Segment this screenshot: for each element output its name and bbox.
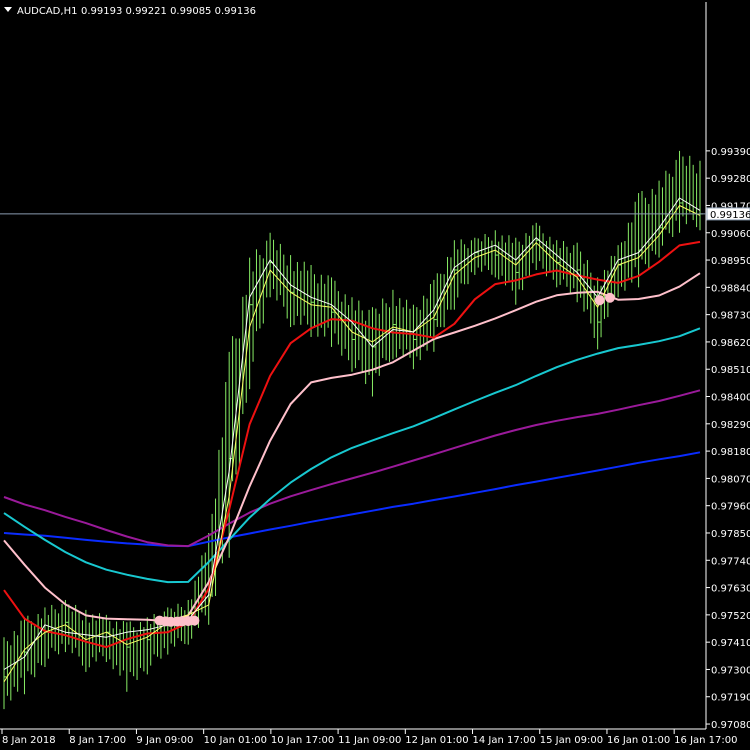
x-tick-label: 12 Jan 01:00	[405, 735, 468, 746]
x-tick-label: 14 Jan 17:00	[473, 735, 536, 746]
y-tick-label: 0.98620	[711, 338, 750, 349]
y-tick-label: 0.98180	[711, 447, 750, 458]
y-tick-label: 0.98400	[711, 393, 750, 404]
y-tick-label: 0.98730	[711, 311, 750, 322]
x-tick-label: 16 Jan 17:00	[674, 735, 737, 746]
y-tick-label: 0.99390	[711, 147, 750, 158]
y-tick-label: 0.97190	[711, 693, 750, 704]
y-tick-label: 0.97520	[711, 611, 750, 622]
signal-marker	[604, 292, 615, 303]
y-tick-label: 0.99060	[711, 229, 750, 240]
ohlc-values: 0.99193 0.99221 0.99085 0.99136	[81, 6, 256, 17]
x-tick-label: 10 Jan 01:00	[204, 735, 267, 746]
x-tick-label: 8 Jan 17:00	[69, 735, 126, 746]
y-tick-label: 0.99280	[711, 174, 750, 185]
y-tick-label: 0.98290	[711, 420, 750, 431]
x-tick-label: 16 Jan 01:00	[607, 735, 670, 746]
x-tick-label: 8 Jan 2018	[2, 735, 56, 746]
x-tick-label: 9 Jan 09:00	[136, 735, 193, 746]
chart-background	[0, 0, 750, 750]
x-tick-label: 11 Jan 09:00	[338, 735, 401, 746]
y-tick-label: 0.97850	[711, 529, 750, 540]
price-chart: 0.993900.992800.991700.990600.989500.988…	[0, 0, 750, 750]
y-tick-label: 0.98950	[711, 256, 750, 267]
symbol-label: AUDCAD,H1	[17, 6, 77, 17]
signal-marker	[594, 295, 605, 306]
y-tick-label: 0.98510	[711, 365, 750, 376]
x-tick-label: 10 Jan 17:00	[271, 735, 334, 746]
y-tick-label: 0.97630	[711, 584, 750, 595]
y-tick-label: 0.97740	[711, 556, 750, 567]
y-tick-label: 0.97410	[711, 638, 750, 649]
y-tick-label: 0.97300	[711, 665, 750, 676]
y-tick-label: 0.97080	[711, 720, 750, 731]
signal-marker	[189, 615, 200, 626]
current-price-label: 0.99136	[710, 210, 750, 221]
y-tick-label: 0.98070	[711, 474, 750, 485]
chart-header: AUDCAD,H1 0.99193 0.99221 0.99085 0.9913…	[4, 6, 256, 17]
y-tick-label: 0.98840	[711, 283, 750, 294]
x-tick-label: 15 Jan 09:00	[540, 735, 603, 746]
y-tick-label: 0.97960	[711, 502, 750, 513]
